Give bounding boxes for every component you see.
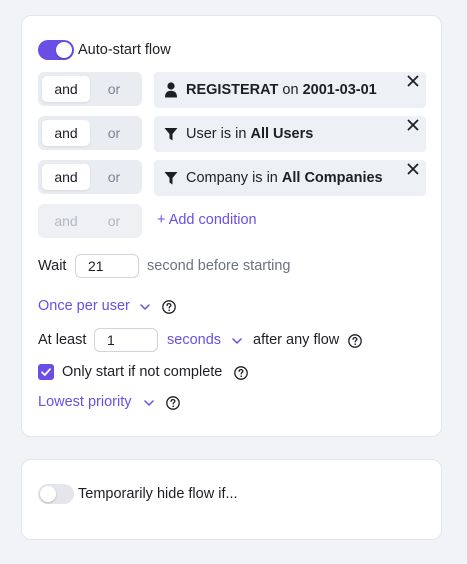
close-icon[interactable] xyxy=(406,74,420,88)
condition-text: User is in All Users xyxy=(186,116,313,152)
hide-flow-label: Temporarily hide flow if... xyxy=(78,486,238,502)
at-least-label: At least xyxy=(38,332,87,348)
chevron-down-icon[interactable] xyxy=(144,400,154,406)
and-option[interactable]: and xyxy=(42,76,90,102)
time-unit-dropdown[interactable]: seconds xyxy=(167,332,221,348)
condition-text: REGISTERAT on 2001-03-01 xyxy=(186,72,377,108)
help-icon[interactable] xyxy=(234,366,248,380)
only-start-label: Only start if not complete xyxy=(62,364,223,380)
condition-prefix: Company is in xyxy=(186,170,282,186)
hide-flow-card: Temporarily hide flow if... xyxy=(21,459,442,540)
condition-prefix: User is in xyxy=(186,126,251,142)
frequency-dropdown[interactable]: Once per user xyxy=(38,298,130,314)
auto-start-card: Auto-start flow and or REGISTERAT on 200… xyxy=(21,15,442,437)
toggle-knob xyxy=(40,486,56,502)
chevron-down-icon[interactable] xyxy=(232,338,242,344)
close-icon[interactable] xyxy=(406,118,420,132)
filter-icon xyxy=(164,172,178,185)
and-or-selector-disabled: and or xyxy=(38,204,142,238)
auto-start-toggle[interactable] xyxy=(38,40,74,60)
filter-icon xyxy=(164,128,178,141)
and-or-selector: and or xyxy=(38,72,142,106)
or-option[interactable]: or xyxy=(90,164,138,190)
or-option[interactable]: or xyxy=(90,76,138,102)
user-icon xyxy=(165,82,177,98)
hide-flow-toggle[interactable] xyxy=(38,484,74,504)
and-or-selector: and or xyxy=(38,116,142,150)
toggle-knob xyxy=(56,42,72,58)
only-start-checkbox[interactable] xyxy=(38,364,54,380)
condition-value: All Companies xyxy=(281,170,383,186)
and-option: and xyxy=(54,213,78,229)
and-or-selector: and or xyxy=(38,160,142,194)
at-least-input[interactable]: 1 xyxy=(94,328,158,352)
help-icon[interactable] xyxy=(166,396,180,410)
help-icon[interactable] xyxy=(162,300,176,314)
condition-company-segment[interactable]: Company is in All Companies xyxy=(154,160,426,196)
add-condition-button[interactable]: + Add condition xyxy=(157,212,257,228)
checkmark-icon xyxy=(41,368,51,376)
or-option: or xyxy=(107,213,121,229)
condition-value: 2001-03-01 xyxy=(302,82,377,98)
help-icon[interactable] xyxy=(348,334,362,348)
or-option[interactable]: or xyxy=(90,120,138,146)
condition-value: All Users xyxy=(250,126,314,142)
and-option[interactable]: and xyxy=(42,164,90,190)
close-icon[interactable] xyxy=(406,162,420,176)
condition-attribute: REGISTERAT xyxy=(186,82,279,98)
condition-registerat[interactable]: REGISTERAT on 2001-03-01 xyxy=(154,72,426,108)
wait-label: Wait xyxy=(38,258,67,274)
after-any-flow-label: after any flow xyxy=(253,332,340,348)
priority-dropdown[interactable]: Lowest priority xyxy=(38,394,131,410)
wait-suffix: second before starting xyxy=(147,258,291,274)
and-option[interactable]: and xyxy=(42,120,90,146)
wait-seconds-input[interactable]: 21 xyxy=(75,254,139,278)
condition-operator: on xyxy=(278,82,303,98)
condition-text: Company is in All Companies xyxy=(186,160,383,196)
chevron-down-icon[interactable] xyxy=(140,304,150,310)
condition-user-segment[interactable]: User is in All Users xyxy=(154,116,426,152)
auto-start-label: Auto-start flow xyxy=(78,42,171,58)
